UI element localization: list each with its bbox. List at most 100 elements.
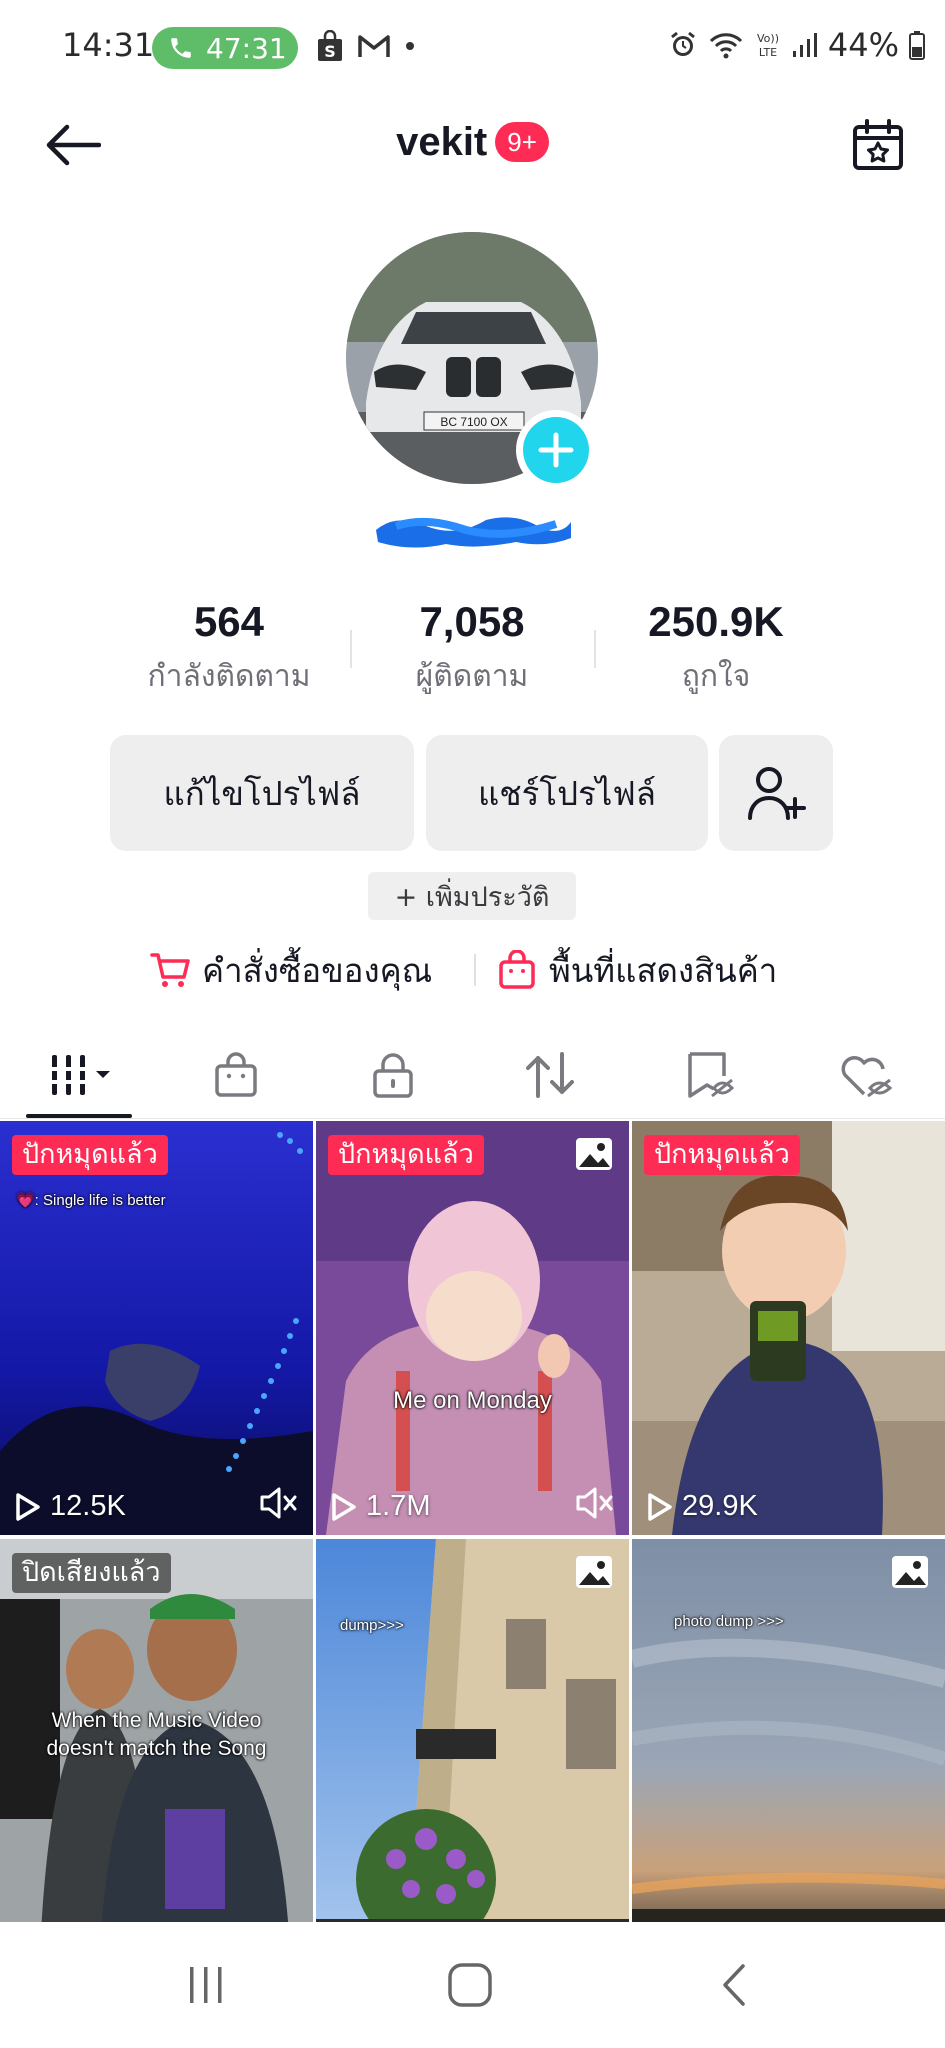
video-tile[interactable]: ปักหมุดแล้ว 💗: Single life is better 12.…: [0, 1121, 313, 1535]
video-tile[interactable]: dump>>> 803: [316, 1539, 629, 1953]
video-caption: 💗: Single life is better: [16, 1192, 166, 1209]
status-time: 14:31: [62, 26, 155, 64]
photo-icon: [892, 1556, 928, 1588]
video-caption: photo dump >>>: [674, 1613, 784, 1630]
shopping-bag-icon: S: [318, 30, 342, 61]
tab-saved[interactable]: [650, 1030, 770, 1120]
muted-badge: ปิดเสียงแล้ว: [12, 1553, 171, 1593]
orders-link[interactable]: คำสั่งซื้อของคุณ: [150, 940, 432, 1000]
events-button[interactable]: [847, 114, 909, 176]
video-caption: When the Music Video doesn't match the S…: [46, 1709, 267, 1760]
battery-icon: [909, 31, 925, 60]
following-stat[interactable]: 564 กำลังติดตาม: [109, 592, 349, 702]
tab-shop[interactable]: [176, 1030, 296, 1120]
system-back-button[interactable]: [694, 1952, 774, 2018]
mute-icon: [260, 1487, 297, 1519]
view-count: 29.9K: [646, 1490, 758, 1523]
notification-badge: 9+: [495, 122, 549, 163]
view-count: 12.5K: [14, 1490, 126, 1523]
orders-label: คำสั่งซื้อของคุณ: [202, 950, 433, 990]
followers-count: 7,058: [419, 598, 525, 645]
play-icon: [16, 1492, 40, 1521]
edit-profile-button[interactable]: แก้ไขโปรไฟล์: [110, 735, 414, 851]
call-duration: 47:31: [206, 31, 287, 65]
showcase-link[interactable]: พื้นที่แสดงสินค้า: [497, 940, 777, 1000]
notification-icons: S: [316, 30, 416, 62]
tab-liked[interactable]: [806, 1030, 926, 1120]
add-friend-icon: [748, 767, 806, 820]
tabs-divider: [0, 1118, 945, 1119]
svg-text:LTE: LTE: [759, 46, 777, 59]
battery-percent: 44%: [827, 26, 899, 64]
gmail-icon: [358, 35, 390, 57]
cart-icon: [150, 953, 190, 987]
bookmark-icon: [688, 1052, 735, 1098]
add-friends-button[interactable]: [719, 735, 833, 851]
repost-icon: [526, 1052, 574, 1098]
share-profile-button[interactable]: แชร์โปรไฟล์: [426, 735, 708, 851]
svg-text:Vo)): Vo)): [757, 32, 779, 45]
video-thumbnail: [316, 1539, 629, 1953]
video-tile[interactable]: ปักหมุดแล้ว Me on Monday 1.7M: [316, 1121, 629, 1535]
status-bar: 14:31 47:31 S Vo)) LTE 44%: [0, 0, 945, 100]
video-thumbnail: [632, 1539, 945, 1953]
profile-stats: 564 กำลังติดตาม 7,058 ผู้ติดตาม 250.9K ถ…: [0, 592, 945, 712]
home-button[interactable]: [430, 1952, 510, 2018]
bag-icon: [215, 1052, 257, 1097]
likes-label: ถูกใจ: [681, 659, 751, 694]
following-label: กำลังติดตาม: [147, 659, 311, 694]
shop-links: คำสั่งซื้อของคุณ พื้นที่แสดงสินค้า: [0, 940, 945, 1000]
bag-icon: [499, 950, 535, 989]
plus-icon: [523, 417, 589, 483]
recent-apps-icon: [190, 1967, 222, 2003]
view-count-text: 12.5K: [50, 1490, 126, 1522]
lock-icon: [373, 1053, 413, 1098]
pinned-badge: ปักหมุดแล้ว: [328, 1135, 484, 1175]
recent-apps-button[interactable]: [166, 1952, 246, 2018]
home-icon: [448, 1963, 492, 2007]
view-count-text: 29.9K: [682, 1490, 758, 1522]
system-icons: Vo)) LTE 44%: [668, 26, 925, 64]
view-count: 1.7M: [330, 1490, 430, 1523]
followers-stat[interactable]: 7,058 ผู้ติดตาม: [352, 592, 592, 702]
grid-icon: [52, 1055, 110, 1095]
add-avatar-button[interactable]: [516, 410, 596, 490]
photo-icon: [576, 1556, 612, 1588]
signal-icon: [792, 33, 817, 57]
profile-header: vekit 9+: [0, 100, 945, 190]
profile-username: vekit: [396, 119, 488, 164]
following-count: 564: [193, 598, 265, 645]
likes-stat[interactable]: 250.9K ถูกใจ: [596, 592, 836, 702]
video-thumbnail: [316, 1121, 629, 1535]
video-caption: Me on Monday: [393, 1387, 552, 1414]
tab-private[interactable]: [333, 1030, 453, 1120]
mute-icon: [576, 1487, 613, 1519]
tab-videos[interactable]: [20, 1030, 140, 1120]
volte-icon: Vo))LTE: [757, 32, 779, 59]
alarm-icon: [670, 31, 695, 56]
more-notifications-icon: [406, 42, 414, 50]
video-tile[interactable]: photo dump >>> 365: [632, 1539, 945, 1953]
play-icon: [332, 1492, 356, 1521]
svg-text:S: S: [324, 42, 336, 61]
photo-icon: [576, 1138, 612, 1170]
chevron-left-icon: [723, 1964, 745, 2006]
video-thumbnail: [0, 1121, 313, 1535]
redacted-username: [376, 517, 571, 548]
view-count-text: 1.7M: [366, 1490, 431, 1522]
account-switcher[interactable]: vekit 9+: [0, 118, 945, 165]
heart-icon: [841, 1056, 893, 1098]
system-nav-bar: [0, 1922, 945, 2048]
add-bio-button[interactable]: + เพิ่มประวัติ: [368, 872, 576, 920]
calendar-star-icon: [853, 119, 903, 170]
followers-label: ผู้ติดตาม: [415, 659, 529, 694]
svg-text:BC 7100 OX: BC 7100 OX: [440, 415, 507, 429]
call-indicator[interactable]: 47:31: [152, 27, 298, 69]
video-tile[interactable]: ปักหมุดแล้ว 29.9K: [632, 1121, 945, 1535]
tab-reposts[interactable]: [490, 1030, 610, 1120]
likes-count: 250.9K: [648, 598, 784, 645]
showcase-label: พื้นที่แสดงสินค้า: [549, 950, 778, 990]
video-thumbnail: [632, 1121, 945, 1535]
play-icon: [648, 1492, 672, 1521]
video-tile[interactable]: ปิดเสียงแล้ว When the Music Video doesn'…: [0, 1539, 313, 1953]
